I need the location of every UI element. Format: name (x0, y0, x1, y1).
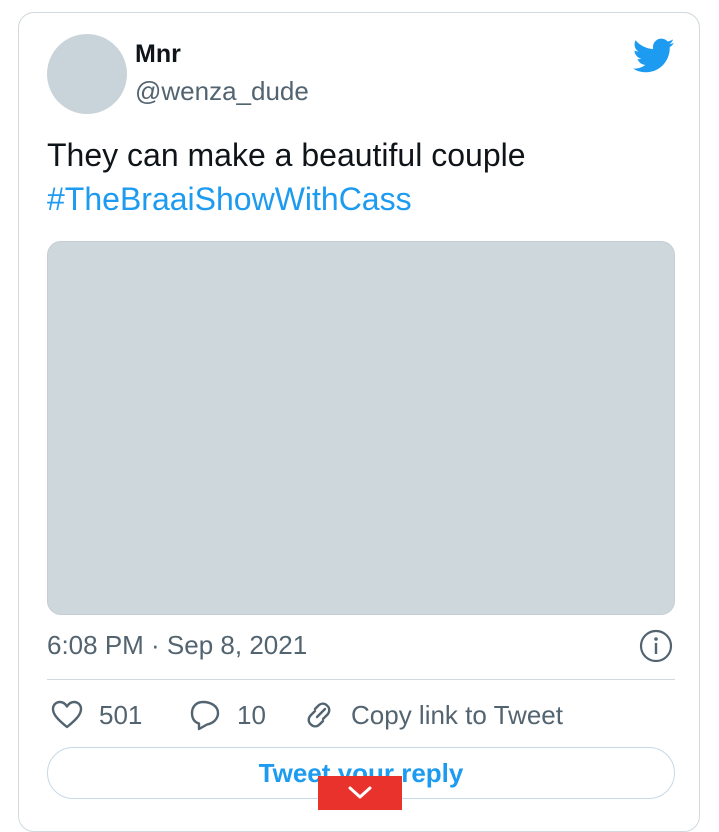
divider (47, 679, 675, 680)
chevron-down-icon (348, 786, 372, 799)
user-handle[interactable]: @wenza_dude (135, 75, 309, 107)
speech-bubble-icon (190, 700, 220, 731)
like-button[interactable]: 501 (51, 697, 142, 733)
info-icon[interactable] (639, 629, 673, 663)
tweet-body: They can make a beautiful couple (47, 137, 526, 173)
reply-count: 10 (237, 699, 266, 730)
hashtag-link[interactable]: #TheBraaiShowWithCass (47, 177, 677, 221)
copy-link-button[interactable]: Copy link to Tweet (303, 697, 563, 733)
heart-icon (51, 700, 83, 729)
avatar[interactable] (47, 34, 127, 114)
tweet-timestamp[interactable]: 6:08 PM · Sep 8, 2021 (47, 627, 307, 663)
twitter-bird-icon[interactable] (633, 38, 675, 74)
tweet-card: Mnr @wenza_dude They can make a beautifu… (18, 12, 700, 832)
like-count: 501 (99, 699, 143, 730)
overlay-scroll-button[interactable] (318, 776, 402, 810)
copy-link-label: Copy link to Tweet (351, 699, 563, 730)
tweet-text: They can make a beautiful couple #TheBra… (47, 133, 677, 221)
display-name[interactable]: Mnr (135, 39, 181, 69)
reply-button[interactable]: 10 (189, 697, 266, 733)
tweet-media[interactable] (47, 241, 675, 615)
link-icon (307, 702, 331, 728)
